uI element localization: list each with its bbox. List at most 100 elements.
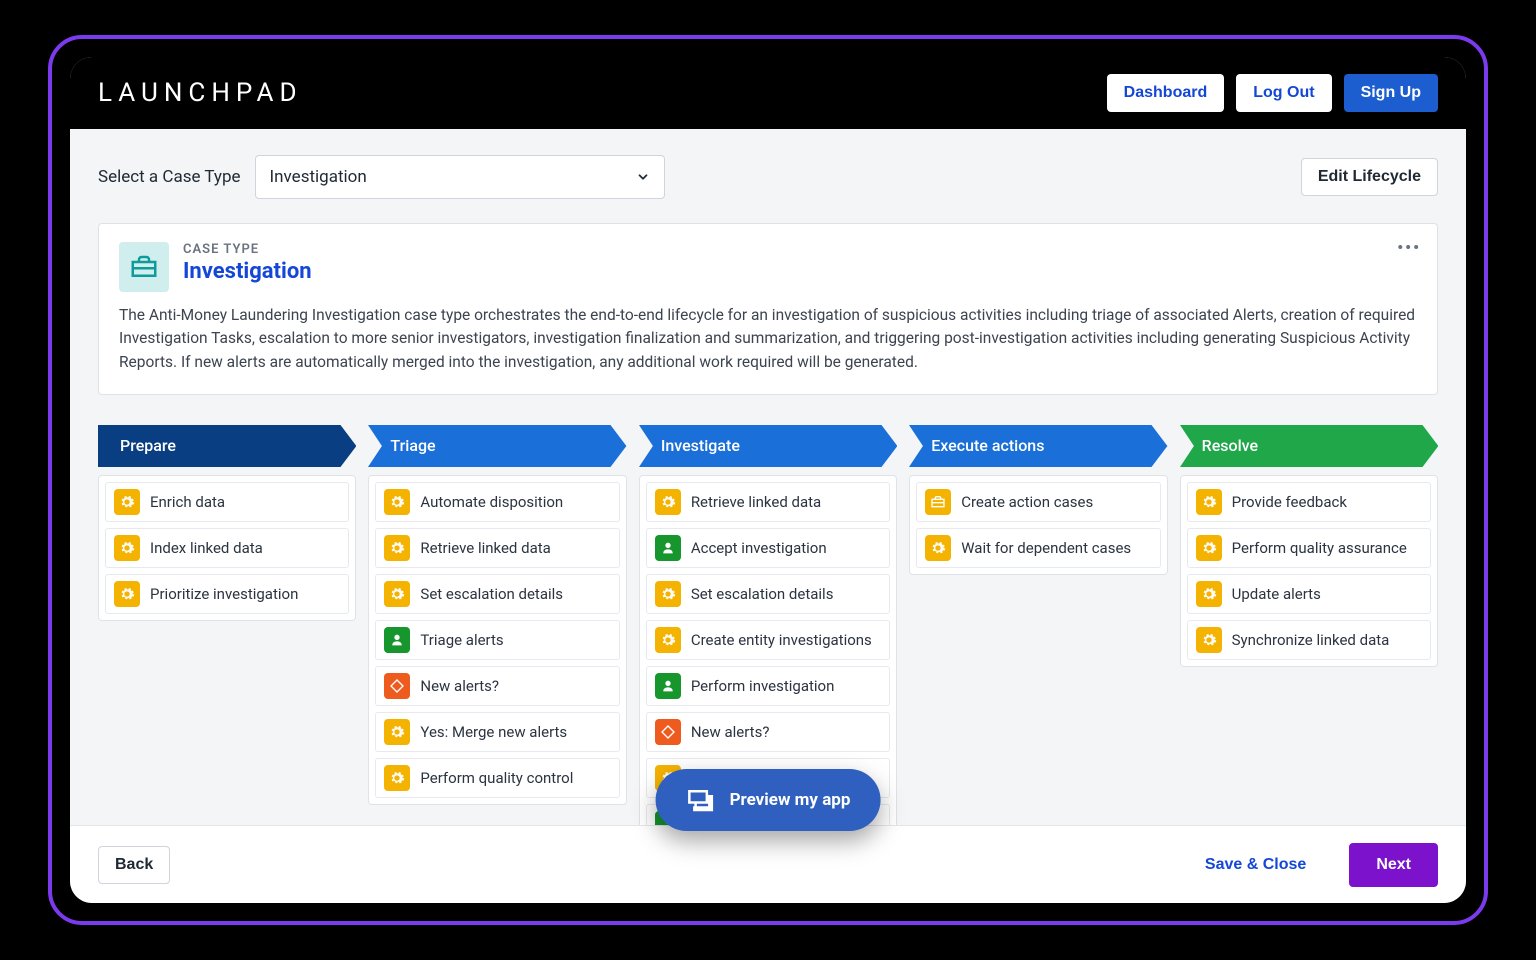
chevron-down-icon	[636, 170, 650, 184]
step-label: Index linked data	[150, 539, 263, 557]
gear-icon	[1196, 581, 1222, 607]
gear-icon	[384, 719, 410, 745]
gear-icon	[384, 581, 410, 607]
stage-name: Execute actions	[931, 436, 1044, 455]
gear-icon	[1196, 535, 1222, 561]
signup-button[interactable]: Sign Up	[1344, 74, 1438, 112]
step-label: Prioritize investigation	[150, 585, 298, 603]
footer-bar: Back Save & Close Next	[70, 825, 1466, 903]
step-item[interactable]: Yes: Merge new alerts	[375, 712, 619, 752]
step-item[interactable]: Perform quality control	[375, 758, 619, 798]
step-label: Triage alerts	[420, 631, 503, 649]
step-label: Set escalation details	[691, 585, 834, 603]
case-type-select[interactable]: Investigation	[255, 155, 665, 199]
selector-row: Select a Case Type Investigation Edit Li…	[98, 155, 1438, 199]
step-item[interactable]: Update alerts	[1187, 574, 1431, 614]
gear-icon	[384, 765, 410, 791]
step-item[interactable]: Index linked data	[105, 528, 349, 568]
logout-button[interactable]: Log Out	[1236, 74, 1331, 112]
step-item[interactable]: New alerts?	[646, 712, 890, 752]
step-item[interactable]: Provide feedback	[1187, 482, 1431, 522]
step-label: Yes: Merge new alerts	[420, 723, 567, 741]
stage-name: Triage	[390, 436, 435, 455]
step-item[interactable]: Triage alerts	[375, 620, 619, 660]
stage-header[interactable]: Investigate	[639, 425, 897, 467]
step-label: New alerts?	[420, 677, 499, 695]
stage-header[interactable]: Resolve	[1180, 425, 1438, 467]
step-label: Perform quality assurance	[1232, 539, 1407, 557]
brand-logo: LAUNCHPAD	[98, 78, 303, 108]
stage-header[interactable]: Triage	[368, 425, 626, 467]
step-item[interactable]: Prioritize investigation	[105, 574, 349, 614]
gear-icon	[655, 581, 681, 607]
case-type-label: Select a Case Type	[98, 167, 241, 187]
step-label: Synchronize linked data	[1232, 631, 1390, 649]
stage-header[interactable]: Prepare	[98, 425, 356, 467]
top-bar: LAUNCHPAD Dashboard Log Out Sign Up	[70, 57, 1466, 129]
step-item[interactable]: Automate disposition	[375, 482, 619, 522]
step-label: Enrich data	[150, 493, 225, 511]
dashboard-button[interactable]: Dashboard	[1107, 74, 1225, 112]
step-item[interactable]: Synchronize linked data	[1187, 620, 1431, 660]
case-type-value: Investigation	[270, 167, 367, 187]
step-label: Perform quality control	[420, 769, 573, 787]
person-icon	[655, 673, 681, 699]
step-item[interactable]: Retrieve linked data	[375, 528, 619, 568]
card-more-icon[interactable]: •••	[1397, 238, 1421, 257]
step-label: Create action cases	[961, 493, 1093, 511]
step-item[interactable]: Create action cases	[916, 482, 1160, 522]
stage-column: Triage Automate disposition Retrieve linke…	[368, 425, 626, 825]
step-label: Perform investigation	[691, 677, 835, 695]
brand-text: LAUNCHPAD	[98, 78, 303, 108]
diamond-icon	[384, 673, 410, 699]
preview-label: Preview my app	[730, 790, 851, 810]
gear-icon	[384, 489, 410, 515]
gear-icon	[114, 581, 140, 607]
step-item[interactable]: Retrieve linked data	[646, 482, 890, 522]
stage-header[interactable]: Execute actions	[909, 425, 1167, 467]
step-label: Set escalation details	[420, 585, 563, 603]
step-item[interactable]: Accept investigation	[646, 528, 890, 568]
stage-name: Prepare	[120, 436, 176, 455]
step-label: Provide feedback	[1232, 493, 1347, 511]
gear-icon	[925, 535, 951, 561]
gear-icon	[655, 489, 681, 515]
next-button[interactable]: Next	[1349, 843, 1438, 887]
case-meta: CASE TYPE	[183, 242, 312, 257]
step-item[interactable]: Wait for dependent cases	[916, 528, 1160, 568]
brief-icon	[925, 489, 951, 515]
top-nav: Dashboard Log Out Sign Up	[1107, 74, 1438, 112]
person-icon	[655, 535, 681, 561]
gear-icon	[114, 489, 140, 515]
stage-column: Investigate Retrieve linked data Accept in…	[639, 425, 897, 825]
step-label: New alerts?	[691, 723, 770, 741]
step-item[interactable]: New alerts?	[375, 666, 619, 706]
edit-lifecycle-button[interactable]: Edit Lifecycle	[1301, 158, 1438, 196]
gear-icon	[114, 535, 140, 561]
back-button[interactable]: Back	[98, 846, 170, 884]
person-icon	[384, 627, 410, 653]
step-item[interactable]: Create entity investigations	[646, 620, 890, 660]
step-label: Wait for dependent cases	[961, 539, 1131, 557]
stage-body: Automate disposition Retrieve linked data…	[368, 475, 626, 805]
diamond-icon	[655, 719, 681, 745]
step-item[interactable]: Enrich data	[105, 482, 349, 522]
preview-app-button[interactable]: Preview my app	[656, 769, 881, 831]
stage-column: Resolve Provide feedback Perform quality a…	[1180, 425, 1438, 825]
step-item[interactable]: Perform investigation	[646, 666, 890, 706]
case-description: The Anti-Money Laundering Investigation …	[119, 304, 1417, 374]
case-type-card: ••• CASE TYPE Investigation The Anti-Mon…	[98, 223, 1438, 395]
gear-icon	[1196, 489, 1222, 515]
monitor-icon	[686, 785, 716, 815]
case-title: Investigation	[183, 259, 312, 284]
stage-body: Enrich data Index linked data Prioritize i…	[98, 475, 356, 621]
step-item[interactable]: Set escalation details	[375, 574, 619, 614]
gear-icon	[384, 535, 410, 561]
step-item[interactable]: Set escalation details	[646, 574, 890, 614]
gear-icon	[1196, 627, 1222, 653]
save-close-button[interactable]: Save & Close	[1188, 846, 1323, 884]
step-label: Retrieve linked data	[691, 493, 821, 511]
gear-icon	[655, 627, 681, 653]
step-item[interactable]: Perform quality assurance	[1187, 528, 1431, 568]
stage-column: Prepare Enrich data Index linked data Prior…	[98, 425, 356, 825]
